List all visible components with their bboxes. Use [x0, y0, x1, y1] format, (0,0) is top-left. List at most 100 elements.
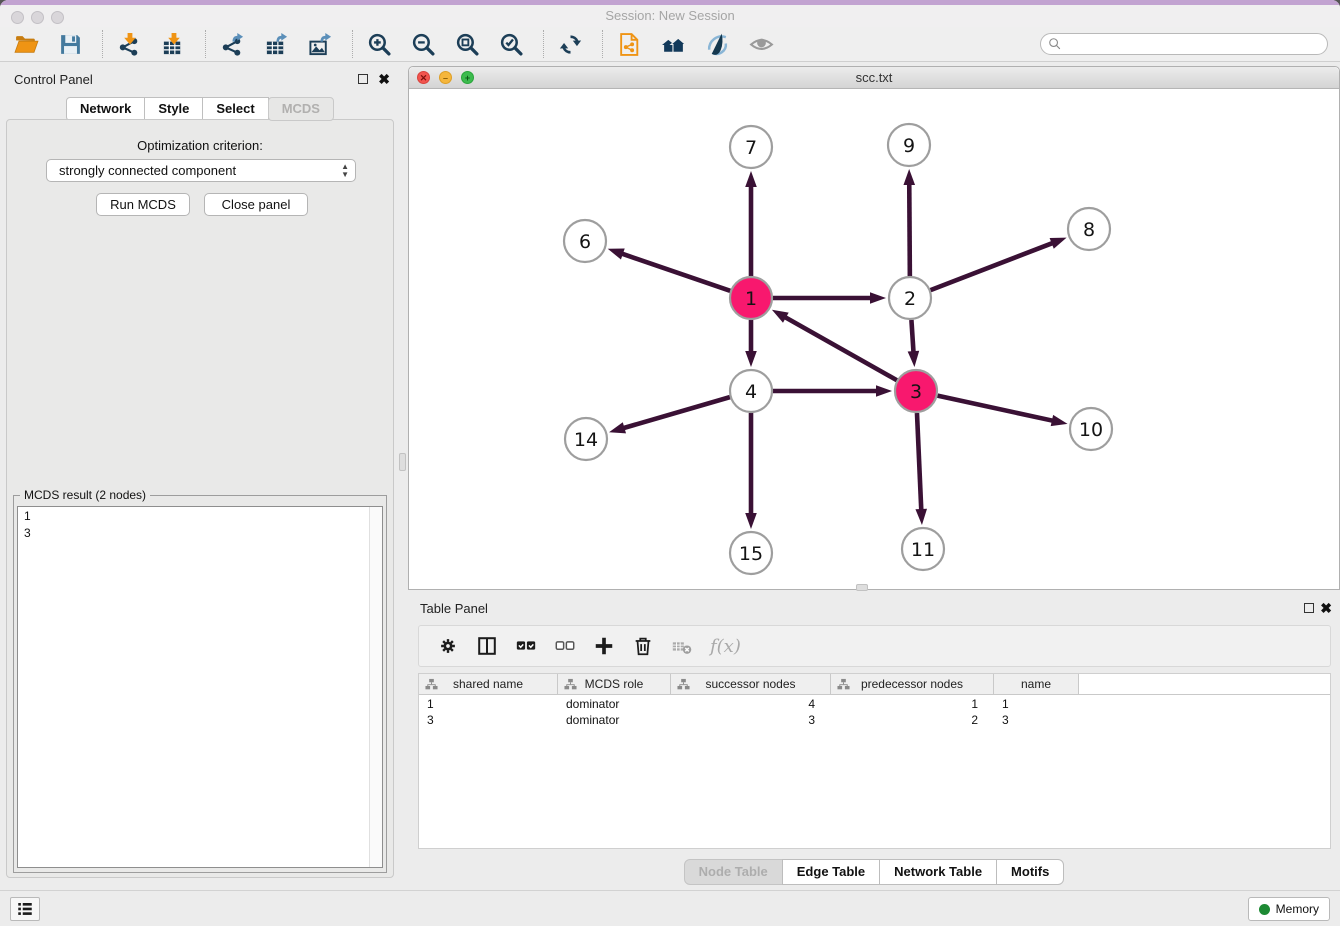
- refresh-network-icon[interactable]: [556, 30, 584, 58]
- column-layout-icon[interactable]: [472, 631, 502, 661]
- task-history-button[interactable]: [10, 897, 40, 921]
- mcds-result-line: 3: [18, 524, 382, 541]
- toolbar-separator: [543, 30, 544, 58]
- table-cell[interactable]: 2: [831, 712, 994, 728]
- graph-edge-2-9[interactable]: [909, 183, 910, 276]
- tab-motifs[interactable]: Motifs: [996, 859, 1064, 885]
- tab-mcds[interactable]: MCDS: [268, 97, 334, 121]
- status-bar: Memory: [0, 890, 1340, 926]
- table-cell[interactable]: 1: [831, 696, 994, 712]
- zoom-out-icon[interactable]: [409, 30, 437, 58]
- graph-node-label: 10: [1079, 419, 1103, 441]
- result-scrollbar[interactable]: [369, 507, 382, 867]
- export-table-icon[interactable]: [262, 30, 290, 58]
- graph-edge-3-10[interactable]: [937, 396, 1053, 421]
- graph-edge-arrowhead: [772, 310, 789, 323]
- mcds-result-list[interactable]: 13: [17, 506, 383, 868]
- graph-node-label: 15: [739, 543, 763, 565]
- graph-edge-4-14[interactable]: [622, 397, 729, 428]
- function-builder-icon: f(x): [706, 631, 745, 661]
- network-canvas[interactable]: 7968124314101511: [409, 89, 1339, 589]
- panel-splitter-handle[interactable]: [399, 453, 406, 471]
- hide-details-icon[interactable]: [703, 30, 731, 58]
- graph-node-label: 9: [903, 135, 915, 157]
- canvas-splitter-handle[interactable]: [856, 584, 868, 591]
- table-header-row: shared nameMCDS rolesuccessor nodesprede…: [419, 674, 1330, 695]
- tab-edge-table[interactable]: Edge Table: [782, 859, 880, 885]
- table-cell[interactable]: dominator: [558, 696, 671, 712]
- select-all-icon[interactable]: [511, 631, 541, 661]
- graph-edge-arrowhead: [609, 422, 626, 433]
- zoom-in-icon[interactable]: [365, 30, 393, 58]
- table-cell[interactable]: 3: [671, 712, 831, 728]
- toolbar-separator: [352, 30, 353, 58]
- column-header-shared-name[interactable]: shared name: [419, 674, 558, 694]
- zoom-fit-icon[interactable]: [453, 30, 481, 58]
- graph-edge-arrowhead: [903, 169, 915, 185]
- memory-status-icon: [1259, 904, 1270, 915]
- export-image-icon[interactable]: [306, 30, 334, 58]
- column-header-MCDS-role[interactable]: MCDS role: [558, 674, 671, 694]
- tab-network-table[interactable]: Network Table: [879, 859, 997, 885]
- tab-node-table[interactable]: Node Table: [684, 859, 783, 885]
- zoom-selected-icon[interactable]: [497, 30, 525, 58]
- graph-node-label: 6: [579, 231, 591, 253]
- import-table-icon[interactable]: [159, 30, 187, 58]
- tab-network[interactable]: Network: [66, 97, 145, 121]
- open-file-icon[interactable]: [12, 30, 40, 58]
- run-mcds-button[interactable]: Run MCDS: [96, 193, 190, 216]
- close-table-panel-icon[interactable]: ✖: [1320, 600, 1332, 616]
- dropdown-stepper-icon: ▲▼: [341, 163, 349, 179]
- graph-edge-1-6[interactable]: [621, 253, 730, 291]
- float-table-panel-icon[interactable]: [1304, 603, 1314, 613]
- graph-edge-3-1[interactable]: [784, 317, 897, 381]
- graph-edge-2-3[interactable]: [911, 320, 913, 353]
- import-network-icon[interactable]: [115, 30, 143, 58]
- graph-edge-2-8[interactable]: [931, 243, 1054, 290]
- network-window-title: scc.txt: [409, 70, 1339, 85]
- export-network-icon[interactable]: [218, 30, 246, 58]
- search-box[interactable]: [1040, 33, 1328, 55]
- close-panel-icon[interactable]: ✖: [378, 71, 390, 87]
- graph-edge-arrowhead: [876, 385, 892, 397]
- network-window-titlebar: ✕ – + scc.txt: [409, 67, 1339, 89]
- graph-edge-arrowhead: [745, 513, 757, 529]
- search-input[interactable]: [1066, 35, 1327, 53]
- graph-edge-arrowhead: [608, 249, 625, 260]
- table-cell[interactable]: dominator: [558, 712, 671, 728]
- toolbar-separator: [205, 30, 206, 58]
- node-table: shared nameMCDS rolesuccessor nodesprede…: [418, 673, 1331, 849]
- memory-button[interactable]: Memory: [1248, 897, 1330, 921]
- add-column-icon[interactable]: [589, 631, 619, 661]
- column-header-predecessor-nodes[interactable]: predecessor nodes: [831, 674, 994, 694]
- graph-edge-arrowhead: [908, 351, 920, 367]
- graph-edge-arrowhead: [915, 509, 927, 525]
- delete-column-icon[interactable]: [628, 631, 658, 661]
- criterion-dropdown[interactable]: strongly connected component ▲▼: [46, 159, 356, 182]
- main-titlebar: Session: New Session: [0, 5, 1340, 27]
- document-share-icon[interactable]: [615, 30, 643, 58]
- mcds-result-box: MCDS result (2 nodes) 13: [13, 495, 387, 873]
- graph-edge-arrowhead: [870, 292, 886, 304]
- graph-edge-3-11[interactable]: [917, 413, 921, 511]
- float-panel-icon[interactable]: [358, 74, 368, 84]
- column-header-name[interactable]: name: [994, 674, 1079, 694]
- table-cell[interactable]: 3: [994, 712, 1079, 728]
- table-row[interactable]: 3dominator323: [419, 712, 1330, 728]
- network-view-window: ✕ – + scc.txt 7968124314101511: [408, 66, 1340, 590]
- table-cell[interactable]: 4: [671, 696, 831, 712]
- table-cell[interactable]: 3: [419, 712, 558, 728]
- tab-style[interactable]: Style: [144, 97, 203, 121]
- tab-select[interactable]: Select: [202, 97, 268, 121]
- close-panel-button[interactable]: Close panel: [204, 193, 308, 216]
- column-header-successor-nodes[interactable]: successor nodes: [671, 674, 831, 694]
- table-cell[interactable]: 1: [419, 696, 558, 712]
- save-session-icon[interactable]: [56, 30, 84, 58]
- deselect-all-icon[interactable]: [550, 631, 580, 661]
- table-cell[interactable]: 1: [994, 696, 1079, 712]
- table-row[interactable]: 1dominator411: [419, 696, 1330, 712]
- graph-node-label: 11: [911, 539, 935, 561]
- double-home-icon[interactable]: [659, 30, 687, 58]
- table-settings-icon[interactable]: [433, 631, 463, 661]
- graph-edge-arrowhead: [1050, 238, 1067, 249]
